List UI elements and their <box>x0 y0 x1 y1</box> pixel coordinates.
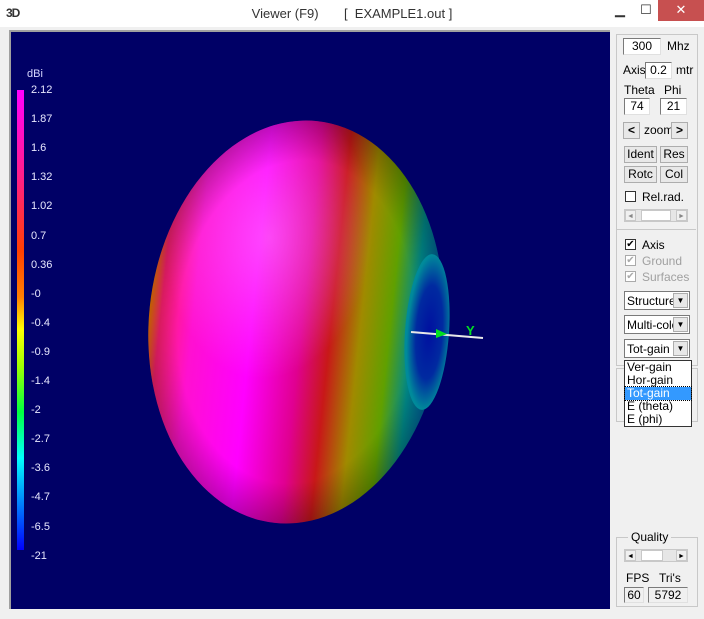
axis-checkbox-label: Axis <box>642 238 665 252</box>
res-button[interactable]: Res <box>660 146 688 163</box>
chevron-down-icon[interactable]: ▼ <box>673 341 688 356</box>
rotc-button[interactable]: Rotc <box>624 166 657 183</box>
ground-checkbox[interactable]: ✔ <box>625 255 636 266</box>
tris-label: Tri's <box>659 571 681 585</box>
close-icon: ✕ <box>675 2 687 17</box>
zoom-out-button[interactable]: < <box>623 122 640 139</box>
window-title: Viewer (F9) [ EXAMPLE1.out ] <box>0 6 704 21</box>
minimize-icon: ▁ <box>615 2 625 17</box>
theta-label: Theta <box>624 83 655 97</box>
title-bar: 3D Viewer (F9) [ EXAMPLE1.out ] ▁ ☐ ✕ <box>0 0 704 27</box>
radiation-pattern-render: Y <box>148 120 484 524</box>
slider-right-arrow-icon[interactable]: ► <box>676 210 687 221</box>
structure-select-value: Structure <box>627 294 676 308</box>
tris-value: 5792 <box>648 587 688 603</box>
chevron-down-icon[interactable]: ▼ <box>673 317 688 332</box>
gain-type-select-value: Tot-gain <box>627 342 670 356</box>
maximize-icon: ☐ <box>640 2 652 17</box>
y-axis-label: Y <box>466 323 475 338</box>
theta-input[interactable]: 74 <box>624 98 650 115</box>
col-button[interactable]: Col <box>660 166 688 183</box>
axis-checkbox[interactable]: ✔ <box>625 239 636 250</box>
phi-label: Phi <box>664 83 682 97</box>
close-button[interactable]: ✕ <box>658 0 704 21</box>
fps-value: 60 <box>624 587 644 603</box>
gain-type-dropdown-list[interactable]: Ver-gain Hor-gain Tot-gain E (theta) E (… <box>624 360 692 427</box>
surfaces-checkbox[interactable]: ✔ <box>625 271 636 282</box>
ident-button[interactable]: Ident <box>624 146 657 163</box>
rel-rad-slider[interactable]: ◄ ► <box>624 209 688 222</box>
quality-slider-thumb[interactable] <box>641 550 663 561</box>
axis-label: Axis <box>623 63 646 77</box>
color-mode-select[interactable]: Multi-colo ▼ <box>624 315 690 334</box>
phi-input[interactable]: 21 <box>660 98 687 115</box>
structure-select[interactable]: Structure ▼ <box>624 291 690 310</box>
frequency-input[interactable]: 300 <box>623 38 661 55</box>
axis-length-input[interactable]: 0.2 <box>645 62 672 79</box>
zoom-in-button[interactable]: > <box>671 122 688 139</box>
window-title-text: Viewer (F9) <box>251 6 319 21</box>
color-mode-select-value: Multi-colo <box>627 318 679 332</box>
slider-thumb[interactable] <box>641 210 671 221</box>
quality-label: Quality <box>628 530 672 544</box>
maximize-button[interactable]: ☐ <box>632 0 660 21</box>
dropdown-option-e-phi[interactable]: E (phi) <box>625 413 691 426</box>
rel-rad-label: Rel.rad. <box>642 190 685 204</box>
chevron-down-icon[interactable]: ▼ <box>673 293 688 308</box>
minimize-button[interactable]: ▁ <box>606 0 634 21</box>
quality-left-arrow-icon[interactable]: ◄ <box>625 550 636 561</box>
axis-unit-label: mtr <box>676 63 694 77</box>
quality-slider[interactable]: ◄ ► <box>624 549 688 562</box>
zoom-label: zoom <box>644 123 674 137</box>
divider <box>616 229 696 230</box>
quality-right-arrow-icon[interactable]: ► <box>676 550 687 561</box>
fps-label: FPS <box>626 571 650 585</box>
3d-viewport[interactable]: dBi 2.12 1.87 1.6 1.32 1.02 0.7 0.36 -0 -0.4 -0.9… <box>9 30 610 609</box>
frequency-unit-label: Mhz <box>667 39 690 53</box>
slider-left-arrow-icon[interactable]: ◄ <box>625 210 636 221</box>
ground-checkbox-label: Ground <box>642 254 683 268</box>
rel-rad-checkbox[interactable] <box>625 191 636 202</box>
gain-type-select[interactable]: Tot-gain ▼ <box>624 339 690 358</box>
surfaces-checkbox-label: Surfaces <box>642 270 690 284</box>
window-file-name: [ EXAMPLE1.out ] <box>343 6 453 21</box>
